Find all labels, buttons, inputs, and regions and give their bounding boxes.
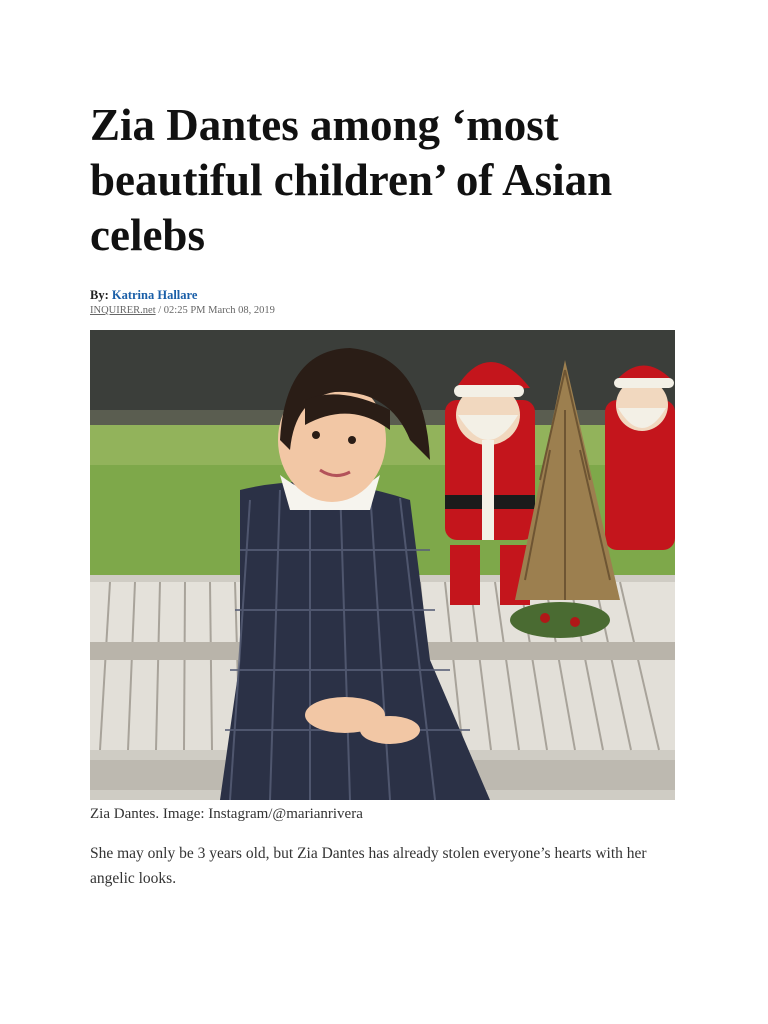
article-meta: INQUIRER.net / 02:25 PM March 08, 2019 [90, 305, 275, 316]
publish-timestamp: 02:25 PM March 08, 2019 [163, 305, 275, 316]
source-link[interactable]: INQUIRER.net [90, 305, 156, 316]
photo-caption: Zia Dantes. Image: Instagram/@marianrive… [90, 806, 363, 822]
author-link[interactable]: Katrina Hallare [112, 288, 198, 302]
photo-illustration [90, 330, 675, 800]
meta-separator: / [155, 305, 164, 316]
article-paragraph: She may only be 3 years old, but Zia Dan… [90, 845, 647, 887]
article-title: Zia Dantes among ‘most beautiful childre… [90, 100, 613, 260]
byline-prefix: By: [90, 288, 109, 302]
byline: By: Katrina Hallare [90, 288, 197, 303]
article-photo [90, 330, 675, 800]
